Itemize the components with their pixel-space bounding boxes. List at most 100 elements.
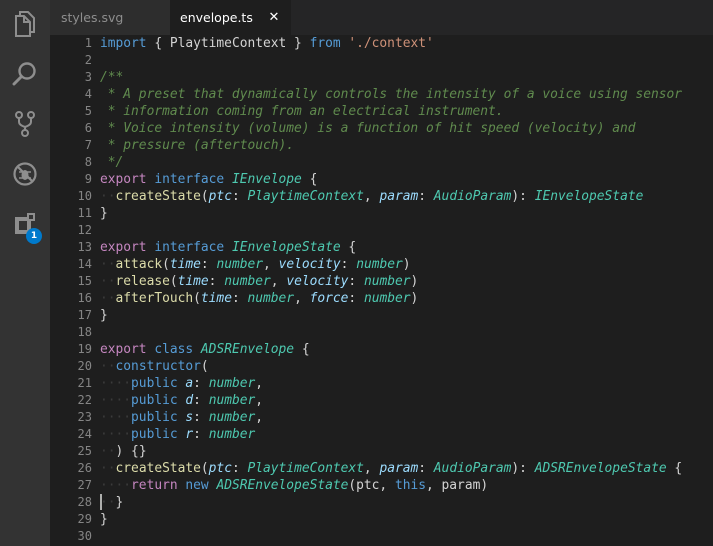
code-line[interactable]: ··} [100,494,713,511]
whitespace-marker: ·· [100,444,116,459]
type-token: ADSREnvelope [200,342,295,357]
code-text: ): [511,461,535,476]
extensions-button[interactable]: 1 [0,200,50,248]
code-line[interactable]: ····public d: number, [100,392,713,409]
keyword-token: new [185,478,209,493]
code-text: { [340,240,357,255]
type-token: number [208,410,256,425]
code-line[interactable] [100,528,713,545]
code-text: : [348,291,364,306]
code-line[interactable]: ····public s: number, [100,409,713,426]
tab-envelope-ts[interactable]: envelope.ts ✕ [170,0,291,35]
code-line[interactable]: ··afterTouch(time: number, force: number… [100,290,713,307]
code-line[interactable] [100,324,713,341]
code-text: , [363,461,380,476]
string-token: './context' [348,36,434,51]
whitespace-marker: ·· [100,461,116,476]
code-line[interactable]: ··release(time: number, velocity: number… [100,273,713,290]
code-line[interactable]: * pressure (aftertouch). [100,137,713,154]
keyword-token: from [309,36,341,51]
code-line[interactable]: ····return new ADSREnvelopeState(ptc, th… [100,477,713,494]
code-text: { [666,461,683,476]
code-line[interactable]: } [100,307,713,324]
comment-token: * pressure (aftertouch). [100,138,295,153]
code-text: , [255,410,264,425]
parameter-token: ptc [208,189,232,204]
parameter-token: param [379,189,419,204]
whitespace-marker: ·· [100,257,116,272]
code-line[interactable]: export class ADSREnvelope { [100,341,713,358]
code-text: : [340,257,357,272]
code-line[interactable]: ··attack(time: number, velocity: number) [100,256,713,273]
whitespace-marker: ···· [100,393,132,408]
code-text: , [255,393,264,408]
keyword-token: interface [154,172,225,187]
code-text: : [193,427,209,442]
source-control-icon [13,110,37,138]
code-text: : [208,274,225,289]
line-number: 18 [77,325,92,339]
code-line[interactable]: export interface IEnvelopeState { [100,239,713,256]
parameter-token: time [169,257,201,272]
line-number: 21 [77,376,92,390]
whitespace-marker: ·· [100,495,116,510]
tab-styles-svg[interactable]: styles.svg [50,0,170,35]
code-text: : [418,189,434,204]
code-line[interactable]: * A preset that dynamically controls the… [100,86,713,103]
code-line[interactable]: * Voice intensity (volume) is a function… [100,120,713,137]
keyword-token: constructor [115,359,201,374]
close-icon[interactable]: ✕ [267,10,281,25]
code-text: : [231,461,248,476]
code-line[interactable]: export interface IEnvelope { [100,171,713,188]
code-line[interactable]: * information coming from an electrical … [100,103,713,120]
control-keyword-token: export [100,172,147,187]
line-number: 6 [84,121,92,135]
code-line[interactable]: ····public r: number [100,426,713,443]
code-text: } [115,495,124,510]
debug-icon [12,161,38,187]
code-line[interactable]: ··constructor( [100,358,713,375]
source-control-button[interactable] [0,100,50,148]
code-text: { [294,342,310,357]
type-token: number [356,257,403,272]
code-line[interactable]: ··createState(ptc: PlaytimeContext, para… [100,188,713,205]
code-line[interactable]: ··createState(ptc: PlaytimeContext, para… [100,460,713,477]
explorer-button[interactable] [0,0,50,48]
code-line[interactable]: /** [100,69,713,86]
line-number: 23 [77,410,92,424]
code-line[interactable]: import { PlaytimeContext } from './conte… [100,35,713,52]
code-text: , [294,291,310,306]
parameter-token: d [185,393,194,408]
keyword-token: public [131,427,178,442]
debug-button[interactable] [0,150,50,198]
code-text: , [363,189,380,204]
parameter-token: force [309,291,349,306]
code-text: ) [410,274,419,289]
code-editor[interactable]: 1 2 3 4 5 6 7 8 9 10 11 12 13 14 15 16 17 18 19 20 21 22 23 24 2… [50,35,713,546]
type-token: ADSREnvelopeState [534,461,667,476]
code-text: ) {} [115,444,147,459]
code-line[interactable]: ····public a: number, [100,375,713,392]
type-token: number [247,291,295,306]
code-line[interactable]: ··) {} [100,443,713,460]
code-line[interactable]: } [100,511,713,528]
code-text: ) [410,291,419,306]
search-button[interactable] [0,50,50,98]
line-number: 26 [77,461,92,475]
code-text: : [193,410,209,425]
code-text: : [418,461,434,476]
code-line[interactable]: } [100,205,713,222]
code-line[interactable] [100,52,713,69]
line-number: 13 [77,240,92,254]
code-text: ( [200,359,209,374]
parameter-token: r [185,427,194,442]
code-line[interactable] [100,222,713,239]
code-area[interactable]: import { PlaytimeContext } from './conte… [100,35,713,545]
parameter-token: time [177,274,209,289]
parameter-token: velocity [286,274,349,289]
extensions-badge: 1 [26,228,42,244]
code-text: , param) [426,478,489,493]
code-line[interactable]: */ [100,154,713,171]
